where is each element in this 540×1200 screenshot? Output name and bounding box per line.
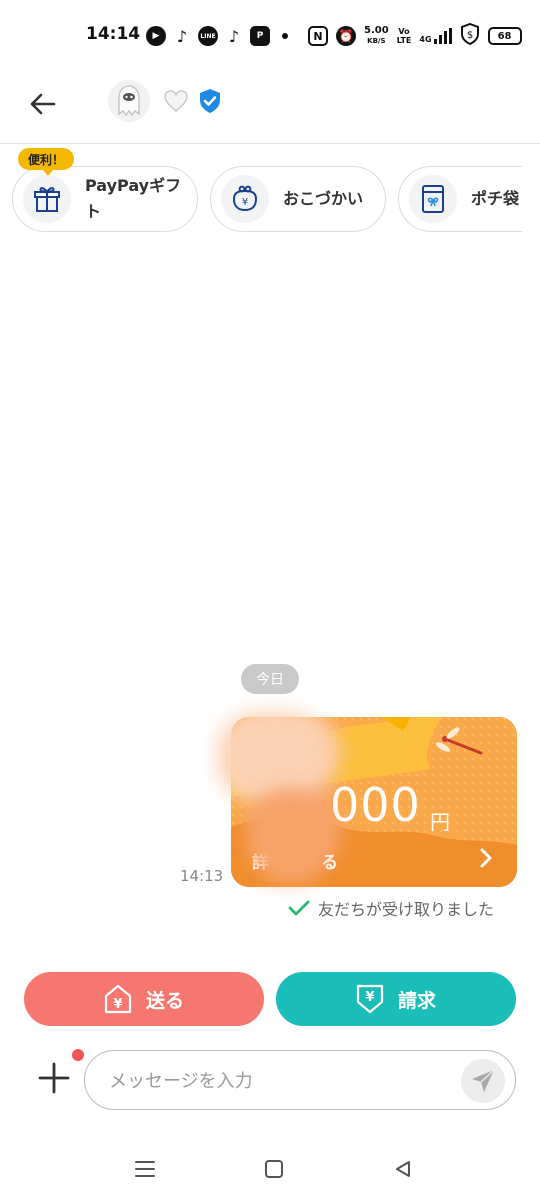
signal-icon: 4G xyxy=(419,28,452,44)
convenient-badge: 便利！ xyxy=(18,148,75,176)
tiktok-icon: ♪ xyxy=(224,26,244,46)
chat-header xyxy=(0,72,540,144)
coin-purse-icon: ¥ xyxy=(232,185,258,212)
system-navigation-bar xyxy=(0,1140,540,1200)
gift-icon-wrap xyxy=(23,175,71,223)
home-button[interactable] xyxy=(259,1154,289,1184)
chip-paypay-gift[interactable]: PayPayギフト xyxy=(12,166,198,232)
svg-text:¥: ¥ xyxy=(242,197,248,208)
send-money-button[interactable]: ¥ 送る xyxy=(24,972,264,1026)
recent-apps-button[interactable] xyxy=(130,1154,160,1184)
back-arrow-icon xyxy=(30,93,56,115)
chevron-right-icon xyxy=(480,848,492,868)
line-icon: LINE xyxy=(198,26,218,46)
alarm-icon: ⏰ xyxy=(336,26,356,46)
chip-pochi-bag[interactable]: ポチ袋 xyxy=(398,166,522,232)
battery-icon: 68 xyxy=(487,27,522,45)
coin-purse-icon-wrap: ¥ xyxy=(221,175,269,223)
date-divider: 今日 xyxy=(241,664,299,694)
network-speed: 5.00 KB/S xyxy=(364,25,389,46)
back-button[interactable] xyxy=(22,84,62,124)
paypay-icon: P xyxy=(250,26,270,46)
tiktok-icon: ♪ xyxy=(172,26,192,46)
plus-icon xyxy=(38,1062,70,1094)
blurred-amount-region xyxy=(252,790,324,880)
card-amount: 000 xyxy=(330,778,421,832)
yen-request-icon: ¥ xyxy=(356,984,384,1014)
triangle-back-icon xyxy=(396,1161,410,1177)
volte-indicator: Vo LTE xyxy=(396,27,412,45)
notification-dot xyxy=(72,1049,84,1061)
message-timestamp: 14:13 xyxy=(180,867,224,885)
avatar[interactable] xyxy=(108,80,150,122)
home-square-icon xyxy=(265,1160,283,1178)
back-nav-button[interactable] xyxy=(388,1154,418,1184)
chip-allowance[interactable]: ¥ おこづかい xyxy=(210,166,386,232)
blurred-sender-region xyxy=(218,712,328,802)
status-time: 14:14 xyxy=(86,24,141,44)
nfc-icon: N xyxy=(308,26,328,46)
send-message-button[interactable] xyxy=(461,1059,505,1103)
card-currency: 円 xyxy=(430,810,450,834)
system-icons: N ⏰ 5.00 KB/S Vo LTE 4G $ 68 xyxy=(308,22,522,49)
checkmark-icon xyxy=(288,900,310,916)
receipt-status: 友だちが受け取りました xyxy=(288,896,494,920)
notification-icons: ▶ ♪ LINE ♪ P xyxy=(146,24,294,48)
message-input-box[interactable] xyxy=(84,1050,516,1110)
send-button-label: 送る xyxy=(145,989,184,1012)
menu-icon xyxy=(135,1161,155,1177)
ghost-avatar-icon xyxy=(118,85,140,116)
shield-dollar-icon: $ xyxy=(460,22,480,49)
chip-label: PayPayギフト xyxy=(85,176,182,221)
chip-label: ポチ袋 xyxy=(471,189,520,208)
gift-icon xyxy=(34,187,60,212)
add-attachment-button[interactable] xyxy=(36,1060,72,1096)
chip-label: おこづかい xyxy=(283,189,364,208)
status-bar: 14:14 ▶ ♪ LINE ♪ P N ⏰ 5.00 KB/S Vo LTE … xyxy=(0,0,540,72)
request-money-button[interactable]: ¥ 請求 xyxy=(276,972,516,1026)
quick-actions-bar: PayPayギフト ¥ おこづかい ポチ袋 xyxy=(0,166,522,234)
more-notifications-dot-icon xyxy=(282,33,288,39)
heart-icon[interactable] xyxy=(163,88,189,114)
yen-send-icon: ¥ xyxy=(104,984,132,1014)
envelope-icon-wrap xyxy=(409,175,457,223)
svg-text:¥: ¥ xyxy=(113,997,122,1012)
message-input[interactable] xyxy=(109,1065,449,1097)
receipt-status-text: 友だちが受け取りました xyxy=(318,900,495,919)
verified-badge-icon xyxy=(200,89,220,113)
play-icon: ▶ xyxy=(146,26,166,46)
svg-text:$: $ xyxy=(466,30,472,41)
svg-text:¥: ¥ xyxy=(365,990,374,1005)
request-button-label: 請求 xyxy=(397,989,436,1012)
paper-plane-icon xyxy=(472,1069,495,1092)
envelope-icon xyxy=(422,185,444,213)
